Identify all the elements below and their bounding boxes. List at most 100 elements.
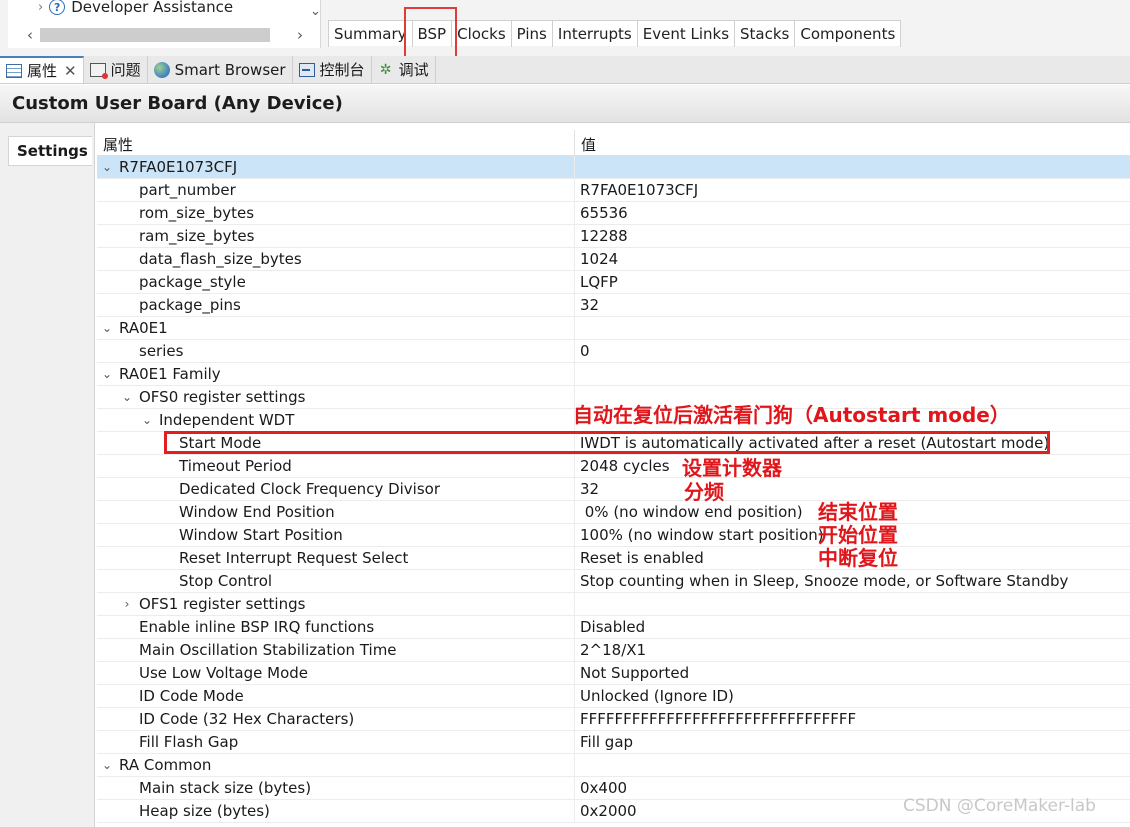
property-value[interactable]: 65536 xyxy=(575,204,628,222)
chevron-down-icon[interactable]: ⌄ xyxy=(310,4,321,19)
table-row[interactable]: Main Oscillation Stabilization Time 2^18/… xyxy=(97,638,1130,662)
property-label: data_flash_size_bytes xyxy=(139,250,302,268)
tab-problems[interactable]: 问题 xyxy=(84,56,148,83)
chevron-down-icon[interactable]: ⌄ xyxy=(99,321,115,335)
property-value[interactable]: Reset is enabled xyxy=(575,549,704,567)
property-value[interactable]: Fill gap xyxy=(575,733,633,751)
tab-console[interactable]: 控制台 xyxy=(293,56,372,83)
tab-debug[interactable]: ✲ 调试 xyxy=(372,56,436,83)
property-value[interactable]: 2^18/X1 xyxy=(575,641,646,659)
chevron-down-icon[interactable]: ⌄ xyxy=(99,367,115,381)
chevron-down-icon[interactable]: ⌄ xyxy=(119,390,135,404)
property-value[interactable]: R7FA0E1073CFJ xyxy=(575,181,698,199)
tab-smart-browser[interactable]: Smart Browser xyxy=(148,56,293,83)
table-row[interactable]: ⌄ RA0E1 Family xyxy=(97,362,1130,386)
view-tab-bar: 属性 ✕ 问题 Smart Browser 控制台 ✲ 调试 xyxy=(0,56,1130,84)
property-label: package_style xyxy=(139,273,246,291)
table-row[interactable]: Enable inline BSP IRQ functions Disabled xyxy=(97,615,1130,639)
project-tree-pane: › ? Developer Assistance ‹ › ⌄ xyxy=(8,0,321,48)
table-row[interactable]: ID Code (32 Hex Characters) FFFFFFFFFFFFF… xyxy=(97,707,1130,731)
table-row[interactable]: ⌄ RA Common xyxy=(97,753,1130,777)
chevron-down-icon[interactable]: ⌄ xyxy=(99,160,115,174)
tab-pins[interactable]: Pins xyxy=(512,21,553,47)
column-header-value[interactable]: 值 xyxy=(575,130,596,155)
property-value[interactable]: 32 xyxy=(575,296,599,314)
property-value[interactable]: 32 xyxy=(575,480,599,498)
table-row[interactable]: ⌄ RA0E1 xyxy=(97,316,1130,340)
table-row[interactable]: part_number R7FA0E1073CFJ xyxy=(97,178,1130,202)
property-value[interactable]: 0% (no window end position) xyxy=(575,503,803,521)
property-value[interactable]: FFFFFFFFFFFFFFFFFFFFFFFFFFFFFFFF xyxy=(575,710,856,728)
tab-event-links[interactable]: Event Links xyxy=(638,21,736,47)
tree-item-developer-assistance[interactable]: › ? Developer Assistance xyxy=(38,0,233,18)
table-row[interactable]: Fill Flash Gap Fill gap xyxy=(97,730,1130,754)
scrollbar-thumb[interactable] xyxy=(40,28,270,42)
chevron-down-icon[interactable]: ⌄ xyxy=(99,758,115,772)
tab-properties[interactable]: 属性 ✕ xyxy=(0,56,84,83)
table-row[interactable]: › OFS1 register settings xyxy=(97,592,1130,616)
table-row[interactable]: series 0 xyxy=(97,339,1130,363)
close-icon[interactable]: ✕ xyxy=(64,62,77,80)
property-cell: Window Start Position xyxy=(97,523,575,547)
chevron-right-icon[interactable]: › xyxy=(119,597,135,611)
property-value[interactable]: 0x400 xyxy=(575,779,627,797)
tab-settings[interactable]: Settings xyxy=(8,136,92,166)
property-value[interactable]: Not Supported xyxy=(575,664,689,682)
property-value[interactable]: 12288 xyxy=(575,227,628,245)
table-row[interactable]: Start Mode IWDT is automatically activate… xyxy=(97,431,1130,455)
chevron-right-icon[interactable]: › xyxy=(38,0,43,15)
property-cell: Main Oscillation Stabilization Time xyxy=(97,638,575,662)
property-value[interactable]: 0 xyxy=(575,342,590,360)
property-cell: Main stack size (bytes) xyxy=(97,776,575,800)
property-value[interactable]: Unlocked (Ignore ID) xyxy=(575,687,734,705)
property-value[interactable]: 100% (no window start position) xyxy=(575,526,824,544)
property-label: package_pins xyxy=(139,296,241,314)
tab-label: 属性 xyxy=(27,62,58,80)
table-row[interactable]: Stop Control Stop counting when in Sleep,… xyxy=(97,569,1130,593)
scroll-right-icon[interactable]: › xyxy=(292,26,308,44)
tab-interrupts[interactable]: Interrupts xyxy=(553,21,638,47)
property-value[interactable]: LQFP xyxy=(575,273,618,291)
tab-summary[interactable]: Summary xyxy=(328,21,413,47)
table-row[interactable]: ram_size_bytes 12288 xyxy=(97,224,1130,248)
property-cell: Enable inline BSP IRQ functions xyxy=(97,615,575,639)
console-icon xyxy=(298,62,315,77)
table-row[interactable]: Window Start Position 100% (no window sta… xyxy=(97,523,1130,547)
tab-stacks[interactable]: Stacks xyxy=(735,21,796,47)
table-row[interactable]: Window End Position 0% (no window end po… xyxy=(97,500,1130,524)
scroll-left-icon[interactable]: ‹ xyxy=(22,26,38,44)
horizontal-scrollbar[interactable]: ‹ › xyxy=(22,26,312,44)
table-row[interactable]: Use Low Voltage Mode Not Supported xyxy=(97,661,1130,685)
table-row[interactable]: ⌄ R7FA0E1073CFJ xyxy=(97,155,1130,179)
tab-label: 问题 xyxy=(110,61,141,79)
property-value[interactable]: Stop counting when in Sleep, Snooze mode… xyxy=(575,572,1068,590)
property-value[interactable]: 0x2000 xyxy=(575,802,637,820)
table-row[interactable]: package_pins 32 xyxy=(97,293,1130,317)
tab-clocks[interactable]: Clocks xyxy=(452,21,512,47)
table-row[interactable]: Timeout Period 2048 cycles xyxy=(97,454,1130,478)
chevron-down-icon[interactable]: ⌄ xyxy=(139,413,155,427)
property-label: part_number xyxy=(139,181,236,199)
column-header-property[interactable]: 属性 xyxy=(97,130,575,155)
property-label: rom_size_bytes xyxy=(139,204,255,222)
table-row[interactable]: rom_size_bytes 65536 xyxy=(97,201,1130,225)
tab-components[interactable]: Components xyxy=(795,21,902,47)
property-value[interactable]: IWDT is automatically activated after a … xyxy=(575,434,1049,452)
table-row[interactable]: Dedicated Clock Frequency Divisor 32 xyxy=(97,477,1130,501)
table-row[interactable]: ID Code Mode Unlocked (Ignore ID) xyxy=(97,684,1130,708)
tab-label: 调试 xyxy=(398,61,429,79)
property-value[interactable]: Disabled xyxy=(575,618,645,636)
property-cell: series xyxy=(97,339,575,363)
tab-bsp[interactable]: BSP xyxy=(413,21,453,47)
watermark: CSDN @CoreMaker-lab xyxy=(903,796,1096,816)
property-cell: Start Mode xyxy=(97,431,575,455)
property-value[interactable]: 1024 xyxy=(575,250,618,268)
property-label: Enable inline BSP IRQ functions xyxy=(139,618,375,636)
table-row[interactable]: Reset Interrupt Request Select Reset is e… xyxy=(97,546,1130,570)
table-row[interactable]: data_flash_size_bytes 1024 xyxy=(97,247,1130,271)
table-row[interactable]: package_style LQFP xyxy=(97,270,1130,294)
property-cell: ⌄ OFS0 register settings xyxy=(97,385,575,409)
property-value[interactable]: 2048 cycles xyxy=(575,457,670,475)
property-label: Main Oscillation Stabilization Time xyxy=(139,641,397,659)
property-cell: ⌄ Independent WDT xyxy=(97,408,575,432)
